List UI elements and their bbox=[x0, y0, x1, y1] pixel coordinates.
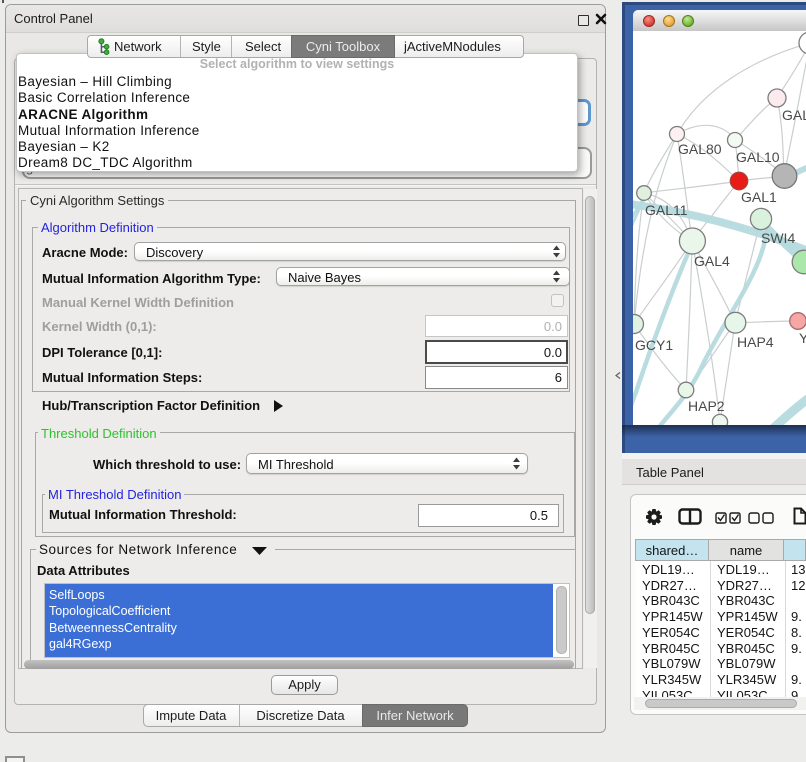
svg-text:GCY1: GCY1 bbox=[635, 337, 673, 353]
svg-text:GAL1: GAL1 bbox=[741, 189, 777, 205]
svg-text:GAL4: GAL4 bbox=[694, 253, 730, 269]
svg-text:GAL11: GAL11 bbox=[645, 202, 688, 218]
svg-text:Y: Y bbox=[799, 330, 806, 346]
svg-text:SWI4: SWI4 bbox=[761, 230, 795, 246]
svg-text:HAP2: HAP2 bbox=[688, 398, 725, 414]
svg-text:GAL10: GAL10 bbox=[736, 149, 780, 165]
svg-text:GAL7: GAL7 bbox=[782, 107, 806, 123]
svg-text:GAL80: GAL80 bbox=[678, 141, 722, 157]
svg-text:HAP4: HAP4 bbox=[737, 334, 774, 350]
